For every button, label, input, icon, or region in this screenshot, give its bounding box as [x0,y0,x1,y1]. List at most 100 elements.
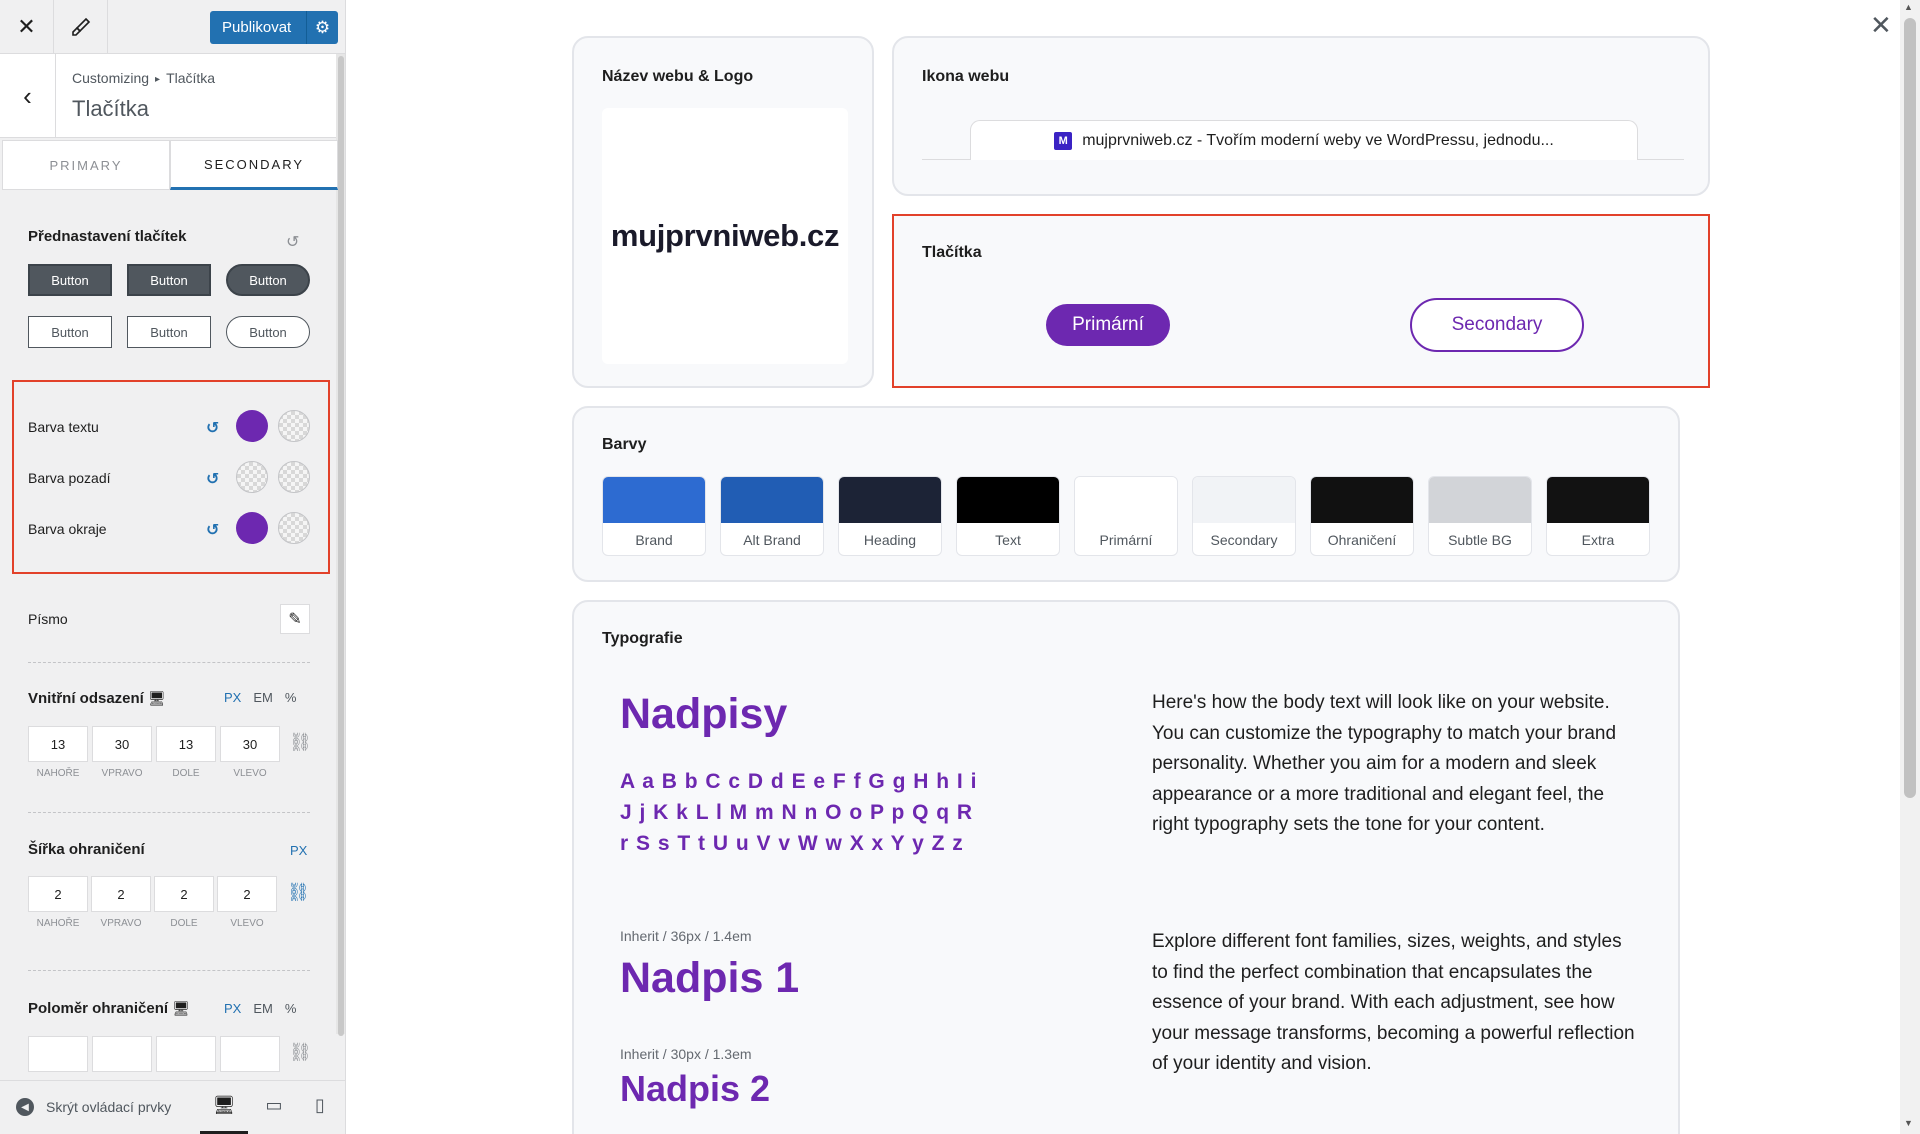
h1-sample: Nadpis 1 [620,954,800,1002]
desktop-icon[interactable]: 🖥 [148,690,166,706]
preset-button-outline-rounded[interactable]: Button [127,316,211,348]
brush-button[interactable] [54,0,108,54]
text-color-hover-swatch[interactable] [278,410,310,442]
padding-bottom-input[interactable]: 13 [156,726,216,762]
sidebar-scrollbar-thumb[interactable] [338,56,344,1036]
close-icon: ✕ [17,14,36,39]
padding-right-input[interactable]: 30 [92,726,152,762]
hide-controls-button[interactable]: ◀ Skrýt ovládací prvky [16,1098,171,1116]
color-tile-brand[interactable]: Brand [602,476,706,556]
mobile-preview-icon[interactable]: ▯ [296,1095,344,1134]
page-title: Tlačítka [72,96,150,121]
border-bottom-input[interactable]: 2 [154,876,214,912]
color-tile-alt-brand[interactable]: Alt Brand [720,476,824,556]
scroll-down-icon[interactable]: ▼ [1904,1118,1913,1128]
color-name: Extra [1581,531,1615,548]
preset-button-filled-pill[interactable]: Button [226,264,310,296]
link-values-icon[interactable]: ⛓ [287,882,310,903]
h1-meta: Inherit / 36px / 1.4em [620,928,752,944]
border-color-hover-swatch[interactable] [278,512,310,544]
unit-px[interactable]: PX [290,843,307,858]
color-name: Brand [635,531,673,548]
unit-px[interactable]: PX [224,1001,241,1016]
padding-top-label: NAHOŘE [36,768,80,779]
pencil-icon: ✎ [288,611,302,628]
unit-em[interactable]: EM [253,690,273,705]
border-left-input[interactable]: 2 [217,876,277,912]
tablet-preview-icon[interactable]: ▭ [250,1095,298,1134]
typography-card[interactable]: Typografie Nadpisy A a B b C c D d E e F… [572,600,1680,1134]
preset-button-filled-rounded[interactable]: Button [127,264,211,296]
border-width-units: PX [290,843,307,858]
link-values-icon[interactable]: ⛓ [289,732,312,753]
radius-bottom-right-input[interactable] [156,1036,216,1072]
breadcrumb-current: Tlačítka [166,70,216,86]
preview-scrollbar-thumb[interactable] [1904,18,1916,798]
back-button[interactable]: ‹ [0,54,56,138]
buttons-card[interactable]: Tlačítka Primární Secondary [892,214,1710,388]
colors-card[interactable]: Barvy Brand Alt Brand Heading Text Primá… [572,406,1680,582]
bg-color-hover-swatch[interactable] [278,461,310,493]
color-fill [1193,477,1295,523]
color-tile-secondary[interactable]: Secondary [1192,476,1296,556]
border-radius-title-text: Poloměr ohraničení [28,1000,169,1017]
preset-button-outline-pill[interactable]: Button [226,316,310,348]
secondary-button-preview[interactable]: Secondary [1410,298,1584,352]
padding-top-input[interactable]: 13 [28,726,88,762]
text-color-swatch[interactable] [236,410,268,442]
preset-button-filled-square[interactable]: Button [28,264,112,296]
padding-left-input[interactable]: 30 [220,726,280,762]
bg-color-swatch[interactable] [236,461,268,493]
unit-px[interactable]: PX [224,690,241,705]
border-right-input[interactable]: 2 [91,876,151,912]
site-icon-card[interactable]: Ikona webu M mujprvniweb.cz - Tvořím mod… [892,36,1710,196]
site-logo-text: mujprvniweb.cz [610,218,840,253]
primary-button-preview[interactable]: Primární [1046,304,1170,346]
preset-button-outline-square[interactable]: Button [28,316,112,348]
color-name: Secondary [1210,531,1278,548]
sidebar-footer: ◀ Skrýt ovládací prvky 🖥 ▭ ▯ [0,1080,345,1134]
border-top-input[interactable]: 2 [28,876,88,912]
unit-percent[interactable]: % [285,690,297,705]
reset-bg-color-icon[interactable]: ↺ [206,469,219,489]
reset-text-color-icon[interactable]: ↺ [206,418,219,438]
color-name: Alt Brand [743,531,801,548]
border-color-swatch[interactable] [236,512,268,544]
radius-top-right-input[interactable] [92,1036,152,1072]
alphabet-sample: A a B b C c D d E e F f G g H h I i J j … [620,770,978,855]
color-fill [1075,477,1177,523]
color-tile-heading[interactable]: Heading [838,476,942,556]
radius-bottom-left-input[interactable] [220,1036,280,1072]
gear-icon[interactable]: ⚙ [306,11,338,44]
site-title-card[interactable]: Název webu & Logo mujprvniweb.cz [572,36,874,388]
close-customizer-button[interactable]: ✕ [0,0,54,54]
link-values-icon[interactable]: ⛓ [289,1042,312,1063]
publish-button[interactable]: Publikovat ⚙ [210,11,338,44]
color-tile-subtle-bg[interactable]: Subtle BG [1428,476,1532,556]
color-tile-border[interactable]: Ohraničení [1310,476,1414,556]
color-tile-primary[interactable]: Primární [1074,476,1178,556]
color-tile-text[interactable]: Text [956,476,1060,556]
color-fill [1311,477,1413,523]
breadcrumb-root: Customizing [72,70,150,86]
border-radius-units: PX EM% [224,1001,296,1016]
color-tile-extra[interactable]: Extra [1546,476,1650,556]
reset-icon[interactable]: ↺ [286,232,299,252]
scroll-up-icon[interactable]: ▲ [1904,2,1913,12]
h2-sample: Nadpis 2 [620,1068,771,1109]
close-preview-icon[interactable]: ✕ [1870,10,1892,41]
unit-em[interactable]: EM [253,1001,273,1016]
tab-baseline [1638,159,1684,160]
radius-top-left-input[interactable] [28,1036,88,1072]
tab-secondary[interactable]: SECONDARY [170,140,338,190]
tab-primary[interactable]: PRIMARY [2,140,170,190]
color-fill [1429,477,1531,523]
desktop-icon[interactable]: 🖥 [172,1000,190,1016]
padding-title: Vnitřní odsazení 🖥 [28,690,166,707]
unit-percent[interactable]: % [285,1001,297,1016]
edit-font-button[interactable]: ✎ [280,604,310,634]
reset-border-color-icon[interactable]: ↺ [206,520,219,540]
top-bar: ✕ Publikovat ⚙ [0,0,345,54]
h2-meta: Inherit / 30px / 1.3em [620,1046,752,1062]
desktop-preview-icon[interactable]: 🖥 [200,1095,248,1134]
